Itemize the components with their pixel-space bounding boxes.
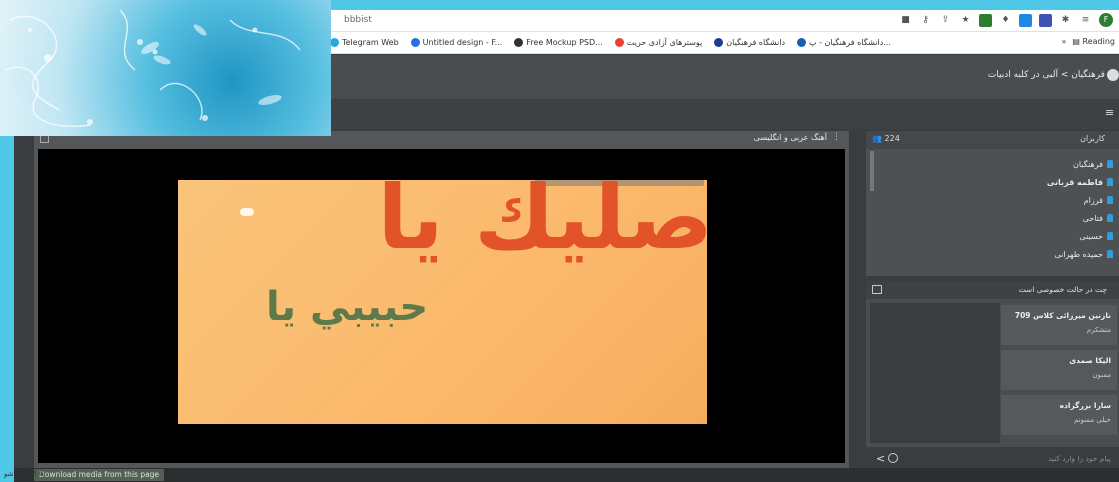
video-stage[interactable]: صليك يا حبيبي يا xyxy=(38,149,845,463)
user-item[interactable]: فتاحی xyxy=(1047,209,1113,227)
chat-messages: نازنین میرزائی کلاس 709 متشکرم الیکا صمد… xyxy=(1001,305,1117,440)
floral-pattern xyxy=(4,9,301,127)
room-avatar xyxy=(1107,69,1119,81)
video-panel: آهنگ عربی و انگلیسی ⋮ صليك يا حبيبي يا xyxy=(34,131,849,471)
university-icon xyxy=(797,38,807,47)
watermark: اسکرین‌شو © xyxy=(4,470,46,478)
users-header: 👥 224 کاربران xyxy=(866,131,1119,149)
camera-icon[interactable]: ■ xyxy=(899,14,912,27)
chat-icon xyxy=(872,285,882,294)
user-item[interactable]: حمیده طهرانی xyxy=(1047,245,1113,263)
users-title: کاربران xyxy=(1080,134,1105,143)
bookmark-posters[interactable]: پوسترهای آزادی حریت xyxy=(614,38,702,47)
bookmark-farhangian[interactable]: دانشگاه فرهنگیان xyxy=(714,38,785,47)
shared-slide: صليك يا حبيبي يا xyxy=(178,180,707,424)
message-sender: سارا بزرگزاده xyxy=(1059,401,1111,410)
hamburger-menu-icon[interactable]: ≡ xyxy=(1105,107,1115,118)
user-icon xyxy=(1107,178,1113,186)
mouse-cursor-icon xyxy=(240,208,254,216)
slide-subtitle-text: حبيبي يا xyxy=(266,284,429,330)
user-icon xyxy=(1107,232,1113,240)
translate-icon[interactable] xyxy=(1019,13,1032,27)
bottom-bar: Download media from this page xyxy=(14,468,1119,482)
breadcrumb: فرهنگیان > آلبی در کلبه ادبیات xyxy=(987,70,1105,80)
browser-toolbar: ■ ⚷ ⇪ ★ ♦ ✱ ≡ F xyxy=(899,13,1113,27)
user-icon xyxy=(1107,160,1113,168)
more-bookmarks-button[interactable]: » xyxy=(1062,37,1067,46)
users-panel: 👥 224 کاربران فرهنگیان فاطمه قربانی فرزا… xyxy=(866,131,1119,276)
user-item[interactable]: حسینی xyxy=(1047,227,1113,245)
chat-message: سارا بزرگزاده خیلی ممنونم xyxy=(1001,395,1117,435)
star-icon[interactable]: ★ xyxy=(959,14,972,27)
mockup-icon xyxy=(514,38,524,47)
telegram-icon xyxy=(330,38,339,47)
puzzle-icon[interactable]: ✱ xyxy=(1059,14,1072,27)
chat-panel: چت در حالت خصوصی است نازنین میرزائی کلاس… xyxy=(866,281,1119,471)
bookmark-telegram[interactable]: Telegram Web xyxy=(330,38,399,47)
chat-input[interactable]: پیام خود را وارد کنید xyxy=(1048,454,1111,463)
user-item[interactable]: فاطمه قربانی xyxy=(1047,173,1113,191)
extension-green-icon[interactable] xyxy=(979,13,992,27)
user-icon xyxy=(1107,196,1113,204)
chat-title: چت در حالت خصوصی است xyxy=(1018,285,1107,294)
university-icon xyxy=(714,38,724,47)
extension-icon[interactable]: ♦ xyxy=(999,14,1012,27)
decorative-overlay-image xyxy=(0,0,331,136)
video-title: آهنگ عربی و انگلیسی xyxy=(753,133,827,142)
download-media-button[interactable]: Download media from this page xyxy=(34,469,165,481)
user-item[interactable]: فرهنگیان xyxy=(1047,155,1113,173)
chat-message: نازنین میرزائی کلاس 709 متشکرم xyxy=(1001,305,1117,345)
reading-list-icon: ▤ xyxy=(1072,37,1083,46)
users-scrollbar[interactable] xyxy=(870,151,874,191)
user-item[interactable]: فرزام xyxy=(1047,191,1113,209)
video-options-icon[interactable]: ⋮ xyxy=(832,132,841,142)
bookmarks-right: » ▤ Reading xyxy=(1062,37,1116,46)
bookmark-untitled-design[interactable]: Untitled design - F... xyxy=(410,38,502,47)
url-text[interactable]: bbbist xyxy=(344,15,372,25)
users-count: 👥 224 xyxy=(872,134,900,143)
chat-header: چت در حالت خصوصی است xyxy=(866,281,1119,299)
profile-avatar[interactable]: F xyxy=(1099,13,1113,27)
reading-list-button[interactable]: ▤ Reading xyxy=(1072,37,1115,46)
key-icon[interactable]: ⚷ xyxy=(919,14,932,27)
google-icon xyxy=(614,38,624,47)
slide-title-text: صليك يا xyxy=(377,180,707,269)
message-text: خیلی ممنونم xyxy=(1074,416,1111,424)
emoji-icon[interactable] xyxy=(888,453,898,463)
message-text: متشکرم xyxy=(1086,326,1111,334)
user-icon xyxy=(1107,250,1113,258)
extension-blue-icon[interactable] xyxy=(1039,13,1052,27)
bookmark-free-mockup[interactable]: Free Mockup PSD... xyxy=(514,38,603,47)
message-sender: الیکا صمدی xyxy=(1069,356,1111,365)
chat-message: الیکا صمدی ممنون xyxy=(1001,350,1117,390)
bookmark-farhangian-2[interactable]: دانشگاه فرهنگیان - پ... xyxy=(797,38,891,47)
users-group-icon: 👥 xyxy=(872,134,885,143)
send-icon[interactable]: < xyxy=(876,452,885,465)
chat-empty-area xyxy=(870,303,1000,443)
media-icon[interactable]: ≡ xyxy=(1079,14,1092,27)
message-text: ممنون xyxy=(1092,371,1111,379)
share-icon[interactable]: ⇪ xyxy=(939,14,952,27)
message-sender: نازنین میرزائی کلاس 709 xyxy=(1014,311,1111,320)
canva-icon xyxy=(410,38,420,47)
user-icon xyxy=(1107,214,1113,222)
user-list: فرهنگیان فاطمه قربانی فرزام فتاحی حسینی … xyxy=(1047,155,1113,263)
